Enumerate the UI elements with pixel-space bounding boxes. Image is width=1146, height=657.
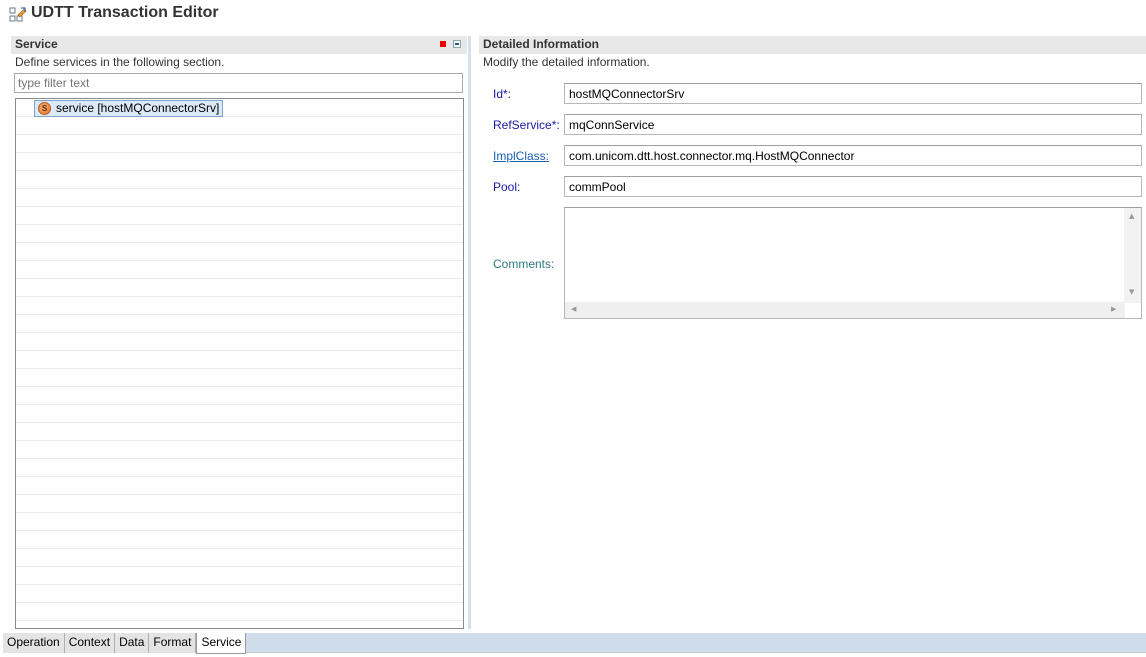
- pool-label: Pool:: [493, 180, 521, 194]
- panel-sash[interactable]: [468, 36, 471, 629]
- comments-horizontal-scrollbar[interactable]: ◀ ▶: [565, 302, 1125, 318]
- comments-label: Comments:: [493, 257, 555, 271]
- id-label: Id*:: [493, 87, 512, 101]
- service-tree[interactable]: S service [hostMQConnectorSrv]: [15, 98, 464, 629]
- scroll-right-icon[interactable]: ▶: [1111, 305, 1116, 313]
- editor-title-bar: UDTT Transaction Editor: [0, 0, 1146, 30]
- transaction-editor-icon: [9, 7, 27, 22]
- pool-field[interactable]: [564, 176, 1142, 197]
- tree-item-service[interactable]: S service [hostMQConnectorSrv]: [34, 100, 224, 117]
- tab-context[interactable]: Context: [64, 633, 116, 653]
- comments-textarea[interactable]: [565, 208, 1125, 303]
- tab-data[interactable]: Data: [115, 633, 150, 653]
- implclass-field[interactable]: [564, 145, 1142, 166]
- expand-all-icon[interactable]: [453, 40, 461, 48]
- detail-section-header: Detailed Information: [479, 36, 1146, 54]
- comments-vertical-scrollbar[interactable]: ▲ ▼: [1124, 208, 1141, 303]
- scroll-up-icon[interactable]: ▲: [1129, 212, 1134, 220]
- tree-item-label: service [hostMQConnectorSrv]: [56, 101, 220, 115]
- tab-format[interactable]: Format: [149, 633, 197, 653]
- scroll-left-icon[interactable]: ◀: [571, 305, 576, 313]
- service-icon: S: [38, 102, 51, 115]
- refservice-field[interactable]: [564, 114, 1142, 135]
- comments-field-container: ▲ ▼ ◀ ▶: [564, 207, 1142, 319]
- id-field[interactable]: [564, 83, 1142, 104]
- filter-input[interactable]: [14, 73, 463, 93]
- editor-page-tabs: Operation Context Data Format Service: [3, 633, 1146, 654]
- detail-section-title: Detailed Information: [483, 37, 600, 51]
- red-stop-icon[interactable]: [440, 41, 446, 47]
- service-section-description: Define services in the following section…: [15, 55, 225, 69]
- tab-service[interactable]: Service: [196, 633, 247, 654]
- detail-section-description: Modify the detailed information.: [483, 55, 650, 69]
- service-section-header: Service: [11, 36, 467, 54]
- tab-operation[interactable]: Operation: [3, 633, 65, 653]
- implclass-link[interactable]: ImplClass:: [493, 149, 549, 163]
- service-section-title: Service: [15, 37, 58, 51]
- refservice-label: RefService*:: [493, 118, 560, 132]
- scroll-down-icon[interactable]: ▼: [1129, 288, 1134, 296]
- editor-title: UDTT Transaction Editor: [31, 4, 219, 21]
